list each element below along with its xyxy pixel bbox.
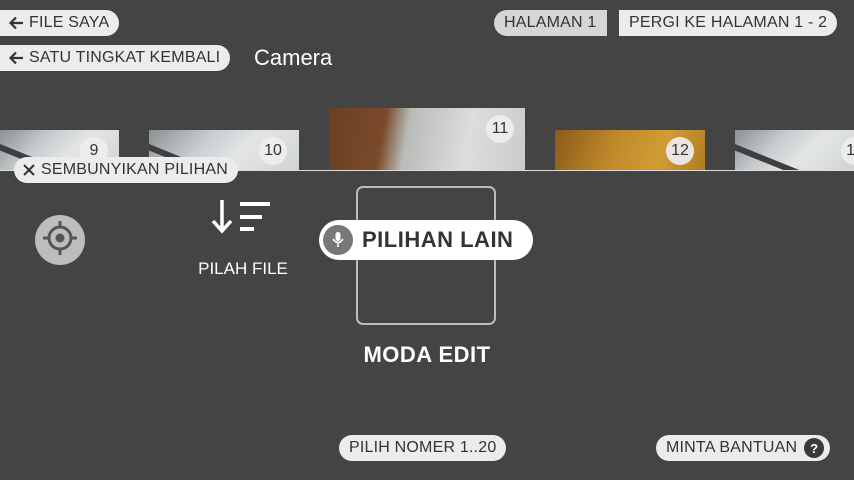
up-one-level-label: SATU TINGKAT KEMBALI bbox=[29, 49, 221, 66]
microphone-icon bbox=[323, 225, 353, 255]
sort-files-label[interactable]: PILAH FILE bbox=[192, 259, 294, 279]
my-files-button[interactable]: FILE SAYA bbox=[0, 10, 120, 36]
thumbnail-number: 11 bbox=[486, 115, 514, 143]
get-help-button[interactable]: MINTA BANTUAN ? bbox=[656, 435, 831, 461]
get-help-label: MINTA BANTUAN bbox=[666, 439, 798, 456]
thumbnail-12[interactable]: 12 bbox=[555, 130, 705, 170]
select-number-button[interactable]: PILIH NOMER 1..20 bbox=[339, 435, 507, 461]
sort-icon[interactable] bbox=[208, 196, 272, 236]
more-options-button[interactable]: PILIHAN LAIN bbox=[319, 220, 533, 260]
edit-mode-label[interactable]: MODA EDIT bbox=[346, 342, 508, 368]
thumbnail-13[interactable]: 13 bbox=[735, 130, 854, 170]
hide-options-label: SEMBUNYIKAN PILIHAN bbox=[41, 161, 228, 178]
page-indicator: HALAMAN 1 bbox=[494, 10, 607, 36]
thumbnail-stripe bbox=[735, 140, 809, 170]
thumbnail-number: 10 bbox=[259, 137, 287, 165]
thumbnail-number: 13 bbox=[841, 137, 854, 165]
folder-title: Camera bbox=[254, 45, 333, 70]
thumbnail-11[interactable]: 11 bbox=[329, 108, 525, 170]
more-options-label: PILIHAN LAIN bbox=[362, 227, 514, 252]
question-icon: ? bbox=[804, 438, 825, 458]
crosshair-button[interactable] bbox=[35, 215, 85, 265]
crosshair-icon bbox=[42, 220, 78, 261]
thumbnail-number: 12 bbox=[666, 137, 694, 165]
my-files-label: FILE SAYA bbox=[29, 14, 110, 31]
goto-page-button[interactable]: PERGI KE HALAMAN 1 - 2 bbox=[619, 10, 838, 36]
hide-options-button[interactable]: SEMBUNYIKAN PILIHAN bbox=[14, 157, 238, 183]
close-icon bbox=[22, 163, 36, 177]
arrow-left-icon bbox=[8, 16, 24, 30]
up-one-level-button[interactable]: SATU TINGKAT KEMBALI bbox=[0, 45, 231, 71]
arrow-left-icon bbox=[8, 51, 24, 65]
